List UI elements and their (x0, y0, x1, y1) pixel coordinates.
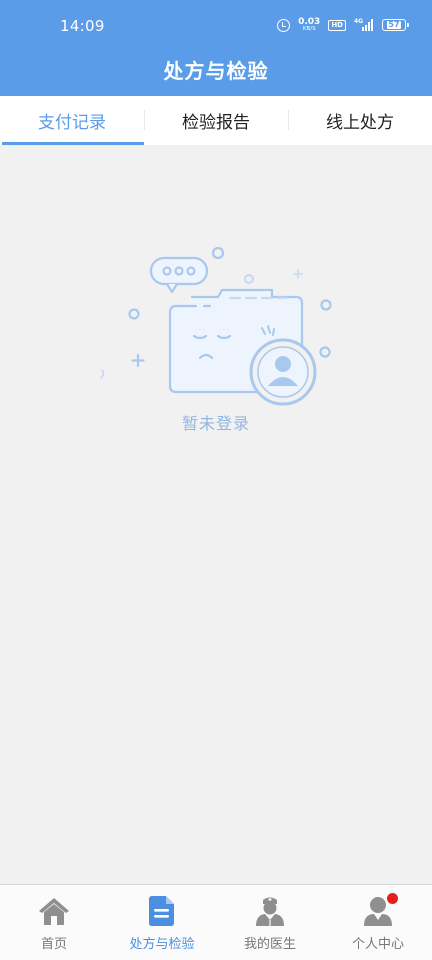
empty-state-illustration (100, 246, 332, 406)
status-time: 14:09 (60, 17, 105, 35)
status-icons: 0.03 KB/S HD 4G 57 (277, 18, 409, 33)
user-avatar-icon (249, 338, 317, 406)
tab-lab-reports[interactable]: 检验报告 (144, 96, 288, 145)
nav-label: 首页 (40, 937, 67, 952)
nav-label: 个人中心 (351, 937, 404, 952)
nav-item-home[interactable]: 首页 (0, 885, 108, 960)
document-icon (146, 895, 178, 927)
tab-label: 支付记录 (38, 113, 106, 133)
home-icon (38, 895, 70, 927)
signal-type-label: 4G (354, 18, 364, 26)
tab-bar: 支付记录 检验报告 线上处方 (0, 96, 432, 145)
signal-icon: 4G (354, 18, 374, 32)
alarm-icon (277, 18, 291, 32)
network-speed: 0.03 KB/S (298, 18, 320, 33)
tab-label: 线上处方 (326, 113, 394, 133)
tab-divider (144, 110, 145, 130)
tab-divider (288, 110, 289, 130)
bottom-navigation: 首页 处方与检验 我的医生 个人中心 (0, 884, 432, 960)
hd-icon: HD (328, 19, 346, 31)
page-title: 处方与检验 (163, 59, 269, 83)
doctor-icon (254, 895, 286, 927)
top-banner: 14:09 0.03 KB/S HD 4G 57 处方与检验 (0, 0, 432, 96)
network-speed-unit: KB/S (302, 26, 316, 32)
battery-icon: 57 (382, 19, 409, 32)
status-bar: 14:09 0.03 KB/S HD 4G 57 (0, 0, 432, 40)
nav-label: 处方与检验 (129, 937, 195, 952)
tab-payment-records[interactable]: 支付记录 (0, 96, 144, 145)
tab-online-prescriptions[interactable]: 线上处方 (288, 96, 432, 145)
nav-item-profile[interactable]: 个人中心 (324, 885, 432, 960)
nav-item-my-doctor[interactable]: 我的医生 (216, 885, 324, 960)
nav-label: 我的医生 (243, 937, 296, 952)
notification-dot (387, 893, 398, 904)
chat-bubble-icon (149, 256, 209, 294)
tab-label: 检验报告 (182, 113, 250, 133)
nav-item-prescriptions[interactable]: 处方与检验 (108, 885, 216, 960)
empty-state-message: 暂未登录 (181, 414, 250, 433)
battery-level: 57 (387, 20, 401, 30)
